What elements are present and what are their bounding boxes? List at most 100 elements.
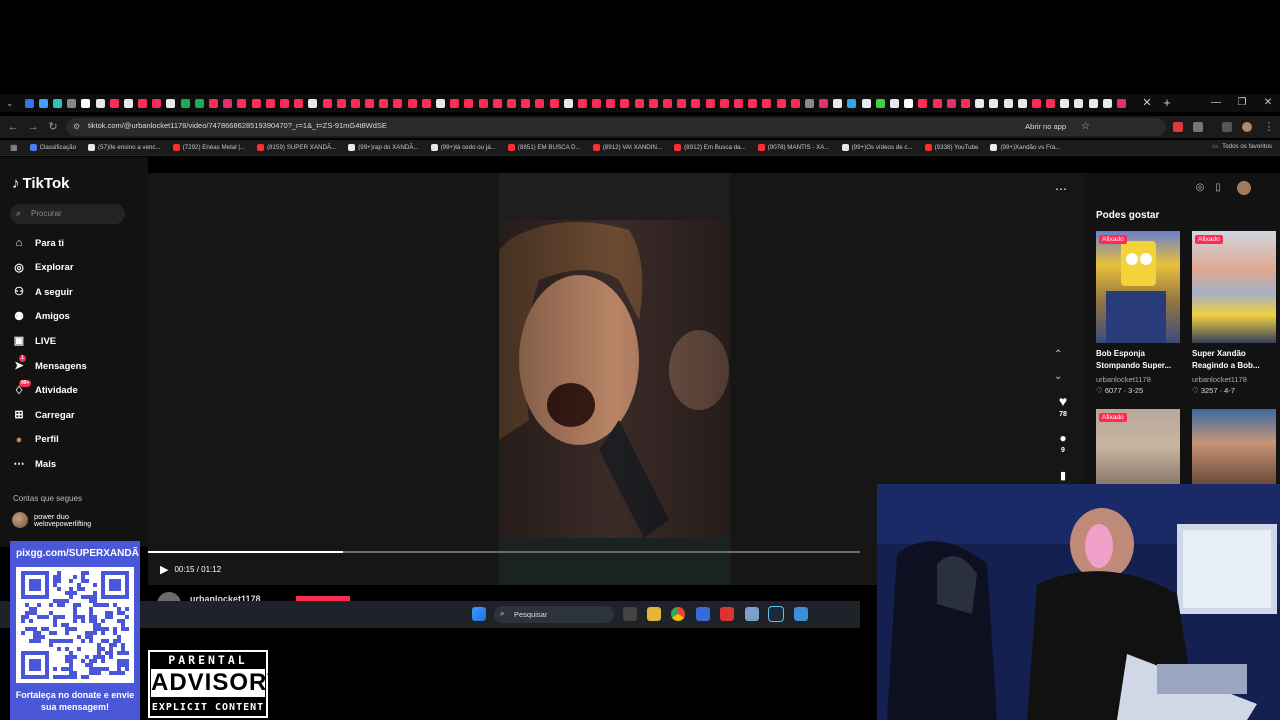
bookmark-item[interactable]: (8912) VAI XANDIN...: [592, 144, 662, 151]
tab-favicon[interactable]: [123, 98, 133, 108]
bookmark-star-icon[interactable]: ☆: [1081, 121, 1090, 132]
tab-favicon[interactable]: [251, 98, 261, 108]
tab-favicon[interactable]: [521, 98, 531, 108]
tab-favicon[interactable]: [166, 98, 176, 108]
bookmark-item[interactable]: (8912) Em Busca da...: [674, 144, 746, 151]
tab-favicon[interactable]: [989, 98, 999, 108]
back-icon[interactable]: ←: [6, 120, 20, 134]
tab-favicon[interactable]: [138, 98, 148, 108]
tab-favicon[interactable]: [719, 98, 729, 108]
chevron-up-icon[interactable]: ⌃: [1054, 349, 1062, 360]
close-window-icon[interactable]: ✕: [1261, 94, 1275, 112]
tab-favicon[interactable]: [577, 98, 587, 108]
nav-item-a-seguir[interactable]: ⚇ A seguir: [12, 284, 73, 300]
tab-favicon[interactable]: [81, 98, 91, 108]
tab-favicon[interactable]: [634, 98, 644, 108]
menu-icon[interactable]: ⋮: [1262, 120, 1276, 134]
tab-favicon[interactable]: [592, 98, 602, 108]
tab-favicon[interactable]: [265, 98, 275, 108]
tab-favicon[interactable]: [904, 98, 914, 108]
tab-favicon[interactable]: [478, 98, 488, 108]
nav-item-carregar[interactable]: ⊞ Carregar: [12, 407, 74, 423]
nav-item-amigos[interactable]: ⚉ Amigos: [12, 309, 70, 325]
minimize-icon[interactable]: —: [1209, 94, 1223, 112]
tab-favicon[interactable]: [1088, 98, 1098, 108]
tab-favicon[interactable]: [407, 98, 417, 108]
file-explorer-icon[interactable]: [647, 607, 661, 621]
tab-favicon[interactable]: [620, 98, 630, 108]
tab-favicon[interactable]: [847, 98, 857, 108]
tab-favicon[interactable]: [1017, 98, 1027, 108]
tab-favicon[interactable]: [308, 98, 318, 108]
profile-avatar-icon[interactable]: [1237, 181, 1251, 195]
tab-favicon[interactable]: [549, 98, 559, 108]
task-view-icon[interactable]: [623, 607, 637, 621]
reco-thumbnail[interactable]: Afixado: [1192, 231, 1276, 343]
nav-item-live[interactable]: ▣ LIVE: [12, 333, 56, 349]
tab-favicon[interactable]: [733, 98, 743, 108]
tab-favicon[interactable]: [194, 98, 204, 108]
new-tab-icon[interactable]: +: [1160, 94, 1174, 112]
nav-item-explorar[interactable]: ◎ Explorar: [12, 260, 73, 276]
tab-favicon[interactable]: [279, 98, 289, 108]
tab-favicon[interactable]: [648, 98, 658, 108]
app-icon[interactable]: [696, 607, 710, 621]
windows-start-icon[interactable]: [472, 607, 486, 621]
reco-user[interactable]: urbanlocket1178: [1192, 375, 1247, 384]
steam-icon[interactable]: [768, 606, 784, 622]
reco-title[interactable]: Super Xandão Reagindo a Bob...: [1192, 348, 1278, 372]
like-action[interactable]: ♥ 78: [1053, 393, 1073, 418]
bookmark-item[interactable]: (8159) SUPER XANDÃ...: [257, 144, 336, 151]
tab-favicon[interactable]: [748, 98, 758, 108]
heart-icon[interactable]: ♥: [1053, 393, 1073, 409]
tab-favicon[interactable]: [109, 98, 119, 108]
tab-favicon[interactable]: [294, 98, 304, 108]
more-options-icon[interactable]: ⋯: [1055, 182, 1067, 196]
extension-icon[interactable]: [1173, 122, 1183, 132]
tab-favicon[interactable]: [436, 98, 446, 108]
tab-favicon[interactable]: [152, 98, 162, 108]
tab-favicon[interactable]: [464, 98, 474, 108]
bookmark-item[interactable]: (8851) EM BUSCA D...: [507, 144, 581, 151]
nav-item-perfil[interactable]: ● Perfil: [12, 432, 59, 448]
tab-favicon[interactable]: [804, 98, 814, 108]
tab-favicon[interactable]: [960, 98, 970, 108]
bookmark-item[interactable]: (9338) YouTube: [924, 144, 978, 151]
forward-icon[interactable]: →: [26, 120, 40, 134]
tab-favicon[interactable]: [180, 98, 190, 108]
tab-favicon[interactable]: [38, 98, 48, 108]
bookmark-action[interactable]: ▮: [1053, 469, 1073, 482]
bookmark-item[interactable]: (99+)Xandão vs Fra...: [990, 144, 1060, 151]
tab-favicon[interactable]: [336, 98, 346, 108]
url-text[interactable]: tiktok.com/@urbanlocket1178/video/747866…: [88, 121, 387, 130]
reco-title[interactable]: Bob Esponja Stompando Super...: [1096, 348, 1182, 372]
tab-favicon[interactable]: [506, 98, 516, 108]
bookmark-item[interactable]: (57)Ile ensino a venc...: [88, 144, 161, 151]
tab-favicon[interactable]: [223, 98, 233, 108]
tab-favicon[interactable]: [237, 98, 247, 108]
tab-favicon[interactable]: [365, 98, 375, 108]
tiktok-logo[interactable]: ♪ TikTok: [12, 175, 69, 192]
tab-favicon[interactable]: [379, 98, 389, 108]
tab-favicon[interactable]: [932, 98, 942, 108]
tab-favicon[interactable]: [1102, 98, 1112, 108]
search-input[interactable]: ⌕ Procurar: [10, 204, 125, 224]
bookmark-item[interactable]: (99+)rap do XANDÃ...: [348, 144, 419, 151]
comment-icon[interactable]: ●: [1053, 431, 1073, 445]
tab-favicon[interactable]: [1117, 98, 1127, 108]
apps-grid-icon[interactable]: ▦: [10, 143, 18, 152]
tab-favicon[interactable]: [975, 98, 985, 108]
bookmark-icon[interactable]: ▮: [1053, 469, 1073, 482]
tab-favicon[interactable]: [563, 98, 573, 108]
url-field[interactable]: ⚙ tiktok.com/@urbanlocket1178/video/7478…: [66, 118, 1166, 136]
profile-avatar-icon[interactable]: [1242, 122, 1252, 132]
app-icon-2[interactable]: [720, 607, 734, 621]
tab-favicon[interactable]: [535, 98, 545, 108]
reco-user[interactable]: urbanlocket1178: [1096, 375, 1151, 384]
tab-favicon[interactable]: [790, 98, 800, 108]
tab-favicon[interactable]: [350, 98, 360, 108]
play-icon[interactable]: ▶: [160, 563, 168, 576]
tab-favicon[interactable]: [1031, 98, 1041, 108]
bookmark-item[interactable]: Classificação: [29, 144, 76, 151]
reco-thumbnail[interactable]: [1192, 409, 1276, 484]
